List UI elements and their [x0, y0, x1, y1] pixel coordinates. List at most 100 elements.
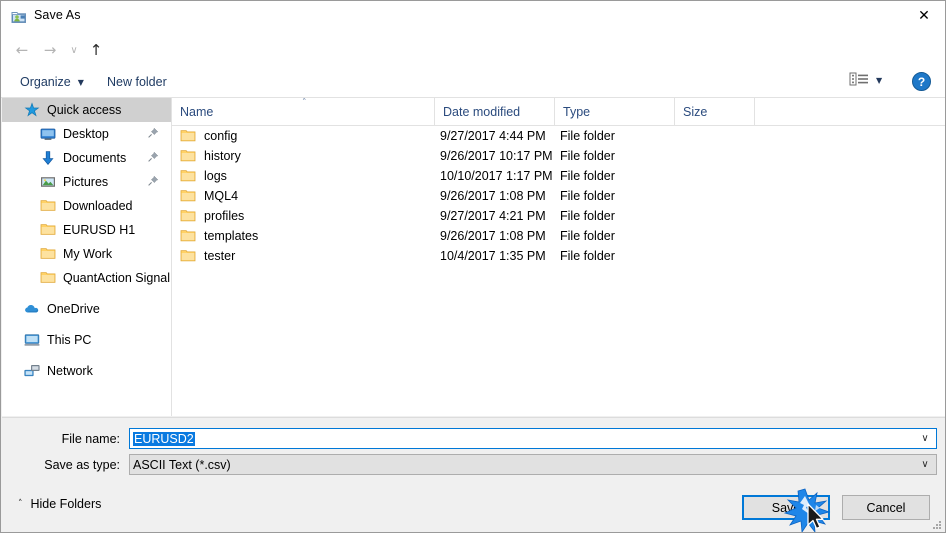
- save-as-type-label: Save as type:: [44, 458, 120, 472]
- down-arrow-icon: [40, 150, 56, 166]
- date-modified-cell: 9/26/2017 10:17 PM: [440, 149, 553, 163]
- sidebar-item-my-work[interactable]: My Work: [2, 242, 171, 266]
- sidebar-item-label: EURUSD H1: [63, 223, 136, 237]
- folder-icon: [180, 169, 196, 183]
- sidebar-item-onedrive[interactable]: OneDrive: [2, 297, 171, 321]
- cancel-button[interactable]: Cancel: [842, 495, 930, 520]
- new-folder-button[interactable]: New folder: [102, 72, 172, 92]
- table-row[interactable]: history 9/26/2017 10:17 PM File folder: [172, 146, 945, 166]
- chevron-up-icon: ˄: [18, 499, 23, 509]
- sidebar-item-this-pc[interactable]: This PC: [2, 328, 171, 352]
- view-list-icon: [849, 71, 869, 90]
- file-name-value[interactable]: EURUSD2: [130, 431, 914, 446]
- folder-icon: [180, 229, 196, 243]
- date-modified-cell: 9/26/2017 1:08 PM: [440, 229, 546, 243]
- folder-icon: [180, 249, 196, 263]
- table-row[interactable]: config 9/27/2017 4:44 PM File folder: [172, 126, 945, 146]
- save-as-folder-user-icon: [11, 9, 27, 25]
- organize-button[interactable]: Organize ▼: [15, 72, 89, 92]
- hide-folders-label: Hide Folders: [30, 497, 102, 511]
- forward-button[interactable]: →: [39, 40, 61, 60]
- column-header-size[interactable]: Size: [674, 98, 754, 125]
- sidebar-item-desktop[interactable]: Desktop: [2, 122, 171, 146]
- type-cell: File folder: [560, 149, 615, 163]
- resize-grip[interactable]: [931, 519, 943, 531]
- table-row[interactable]: tester 10/4/2017 1:35 PM File folder: [172, 246, 945, 266]
- pin-icon[interactable]: [147, 151, 159, 163]
- folder-icon: [180, 209, 196, 223]
- help-icon: ?: [912, 72, 931, 94]
- sidebar-item-documents[interactable]: Documents: [2, 146, 171, 170]
- file-name-cell: MQL4: [180, 189, 238, 203]
- sidebar-item-label: This PC: [47, 333, 92, 347]
- chevron-down-icon: ▼: [876, 76, 883, 85]
- file-name-text: MQL4: [204, 189, 239, 203]
- recent-locations-button[interactable]: ∨: [63, 40, 85, 60]
- organize-label: Organize: [20, 75, 71, 89]
- save-button-label: Save: [771, 500, 801, 515]
- date-modified-cell: 9/27/2017 4:21 PM: [440, 209, 546, 223]
- file-name-text: profiles: [204, 209, 245, 223]
- table-row[interactable]: profiles 9/27/2017 4:21 PM File folder: [172, 206, 945, 226]
- type-cell: File folder: [560, 209, 615, 223]
- folder-icon: [180, 149, 196, 163]
- window-title: Save As: [34, 8, 81, 22]
- column-header-name[interactable]: Name ˄: [172, 98, 434, 125]
- save-as-type-select[interactable]: ASCII Text (*.csv) ∨: [129, 454, 937, 475]
- column-header-spacer: [754, 98, 814, 125]
- view-mode-button[interactable]: ▼: [849, 71, 882, 90]
- file-name-text: templates: [204, 229, 259, 243]
- sidebar-item-network[interactable]: Network: [2, 359, 171, 383]
- chevron-down-icon: ▼: [77, 77, 84, 87]
- sidebar-item-downloaded[interactable]: Downloaded: [2, 194, 171, 218]
- title-bar: Save As ✕: [1, 1, 945, 33]
- type-cell: File folder: [560, 229, 615, 243]
- type-cell: File folder: [560, 249, 615, 263]
- navigation-bar: ← → ∨ ↑ « Roaming › MetaQuotes ›: [1, 32, 945, 92]
- pc-icon: [24, 332, 40, 348]
- file-name-input[interactable]: EURUSD2 ∨: [129, 428, 937, 449]
- save-as-dialog: Save As ✕ ← → ∨ ↑ « Roaming: [0, 0, 946, 533]
- back-button[interactable]: ←: [11, 40, 33, 60]
- up-button[interactable]: ↑: [85, 40, 107, 60]
- forward-arrow-icon: →: [43, 41, 57, 59]
- file-name-text: tester: [204, 249, 236, 263]
- table-row[interactable]: templates 9/26/2017 1:08 PM File folder: [172, 226, 945, 246]
- pin-icon[interactable]: [147, 175, 159, 187]
- folder-icon: [40, 246, 56, 262]
- column-header-row: Name ˄ Date modified Type Size: [172, 98, 945, 126]
- star-icon: [24, 102, 40, 118]
- network-icon: [24, 363, 40, 379]
- chevron-down-icon[interactable]: ∨: [914, 433, 936, 444]
- folder-icon: [40, 222, 56, 238]
- column-header-date-modified[interactable]: Date modified: [434, 98, 554, 125]
- column-header-type[interactable]: Type: [554, 98, 674, 125]
- sidebar-item-pictures[interactable]: Pictures: [2, 170, 171, 194]
- sidebar-item-eurusd-h1[interactable]: EURUSD H1: [2, 218, 171, 242]
- file-name-selected-text: EURUSD2: [133, 431, 195, 446]
- new-folder-label: New folder: [107, 75, 167, 89]
- sidebar-item-quantaction-signal[interactable]: QuantAction Signal: [2, 266, 171, 290]
- table-row[interactable]: MQL4 9/26/2017 1:08 PM File folder: [172, 186, 945, 206]
- svg-text:?: ?: [918, 75, 925, 89]
- table-row[interactable]: logs 10/10/2017 1:17 PM File folder: [172, 166, 945, 186]
- navigation-pane: Quick access Desktop Documents Pictures Down…: [2, 98, 171, 416]
- sidebar-item-quick-access[interactable]: Quick access: [2, 98, 171, 122]
- up-arrow-icon: ↑: [89, 41, 103, 59]
- help-button[interactable]: ?: [912, 72, 931, 94]
- sidebar-item-label: Pictures: [63, 175, 109, 189]
- sidebar-item-label: Desktop: [63, 127, 109, 141]
- hide-folders-button[interactable]: ˄ Hide Folders: [14, 494, 105, 514]
- save-button[interactable]: Save: [742, 495, 830, 520]
- date-modified-cell: 10/4/2017 1:35 PM: [440, 249, 546, 263]
- dialog-footer: ˄ Hide Folders Save Cancel: [2, 489, 945, 532]
- save-as-type-value: ASCII Text (*.csv): [133, 457, 231, 472]
- close-button[interactable]: ✕: [901, 1, 945, 31]
- close-icon: ✕: [918, 8, 930, 24]
- sidebar-item-label: QuantAction Signal: [63, 271, 171, 285]
- date-modified-cell: 9/27/2017 4:44 PM: [440, 129, 546, 143]
- pin-icon[interactable]: [147, 127, 159, 139]
- chevron-down-icon[interactable]: ∨: [914, 459, 936, 470]
